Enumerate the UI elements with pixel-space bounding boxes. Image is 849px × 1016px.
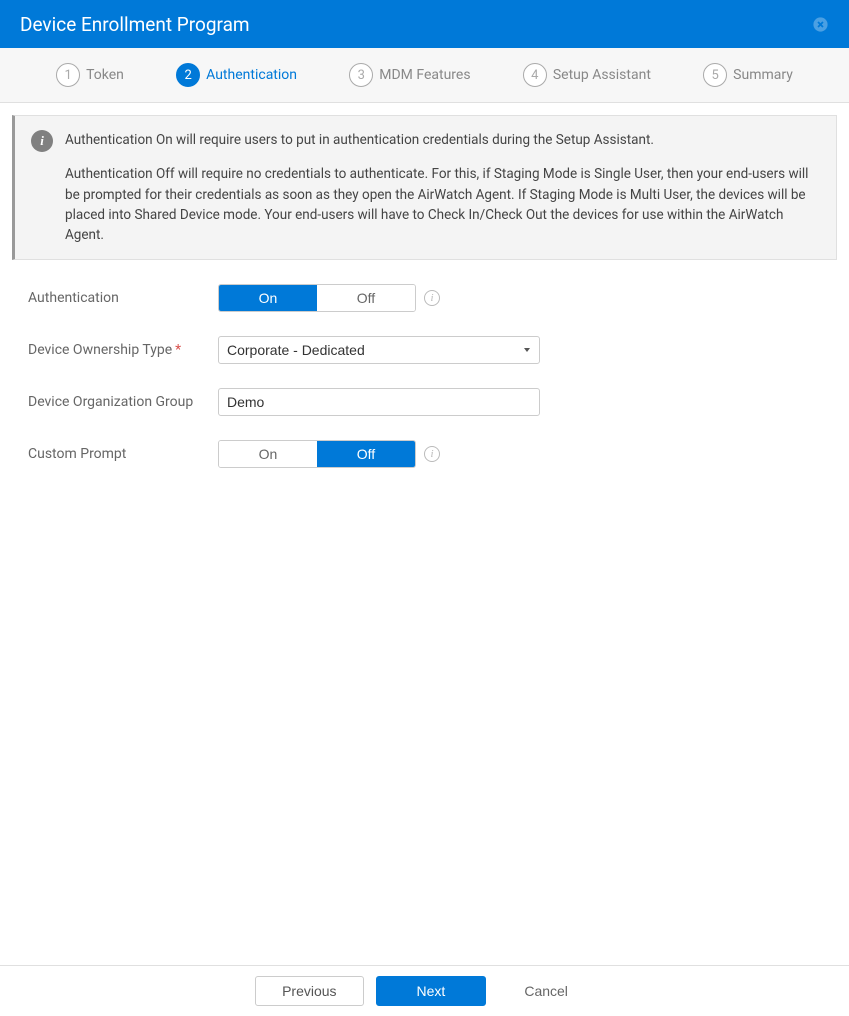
control-authentication: On Off i: [218, 284, 440, 312]
step-summary[interactable]: 5 Summary: [703, 63, 793, 87]
previous-button[interactable]: Previous: [255, 976, 363, 1006]
wizard-content: i Authentication On will require users t…: [0, 103, 849, 965]
step-authentication[interactable]: 2 Authentication: [176, 63, 297, 87]
custom-prompt-on-button[interactable]: On: [219, 441, 317, 467]
ownership-select[interactable]: Corporate - Dedicated: [218, 336, 540, 364]
step-label: Authentication: [206, 67, 297, 83]
step-mdm-features[interactable]: 3 MDM Features: [349, 63, 470, 87]
help-icon[interactable]: i: [424, 446, 440, 462]
step-label: Summary: [733, 67, 793, 83]
step-number: 1: [56, 63, 80, 87]
wizard-footer: Previous Next Cancel: [0, 965, 849, 1016]
info-box: i Authentication On will require users t…: [12, 115, 837, 260]
info-paragraph-1: Authentication On will require users to …: [65, 130, 820, 150]
label-org-group: Device Organization Group: [28, 388, 218, 411]
custom-prompt-off-button[interactable]: Off: [317, 441, 415, 467]
step-token[interactable]: 1 Token: [56, 63, 124, 87]
close-icon[interactable]: [811, 15, 829, 33]
cancel-button[interactable]: Cancel: [498, 977, 594, 1005]
label-ownership-text: Device Ownership Type: [28, 342, 172, 358]
org-group-input[interactable]: [218, 388, 540, 416]
step-number: 2: [176, 63, 200, 87]
label-custom-prompt: Custom Prompt: [28, 440, 218, 463]
control-ownership: Corporate - Dedicated: [218, 336, 540, 364]
label-authentication: Authentication: [28, 284, 218, 307]
step-label: MDM Features: [379, 67, 470, 83]
step-number: 5: [703, 63, 727, 87]
form-area: Authentication On Off i Device Ownership…: [12, 284, 837, 468]
step-label: Token: [86, 67, 124, 83]
authentication-toggle: On Off: [218, 284, 416, 312]
info-icon: i: [31, 130, 53, 152]
authentication-off-button[interactable]: Off: [317, 285, 415, 311]
step-number: 4: [523, 63, 547, 87]
required-asterisk: *: [175, 342, 181, 358]
row-org-group: Device Organization Group: [28, 388, 821, 416]
step-setup-assistant[interactable]: 4 Setup Assistant: [523, 63, 651, 87]
wizard-steps: 1 Token 2 Authentication 3 MDM Features …: [0, 48, 849, 103]
info-paragraph-2: Authentication Off will require no crede…: [65, 164, 820, 245]
help-icon[interactable]: i: [424, 290, 440, 306]
step-label: Setup Assistant: [553, 67, 651, 83]
dialog-title: Device Enrollment Program: [20, 13, 250, 36]
info-text: Authentication On will require users to …: [65, 130, 820, 245]
dialog-header: Device Enrollment Program: [0, 0, 849, 48]
row-authentication: Authentication On Off i: [28, 284, 821, 312]
custom-prompt-toggle: On Off: [218, 440, 416, 468]
authentication-on-button[interactable]: On: [219, 285, 317, 311]
ownership-select-wrapper: Corporate - Dedicated: [218, 336, 540, 364]
next-button[interactable]: Next: [376, 976, 487, 1006]
step-number: 3: [349, 63, 373, 87]
control-org-group: [218, 388, 540, 416]
row-ownership: Device Ownership Type* Corporate - Dedic…: [28, 336, 821, 364]
row-custom-prompt: Custom Prompt On Off i: [28, 440, 821, 468]
control-custom-prompt: On Off i: [218, 440, 440, 468]
label-ownership: Device Ownership Type*: [28, 336, 218, 359]
